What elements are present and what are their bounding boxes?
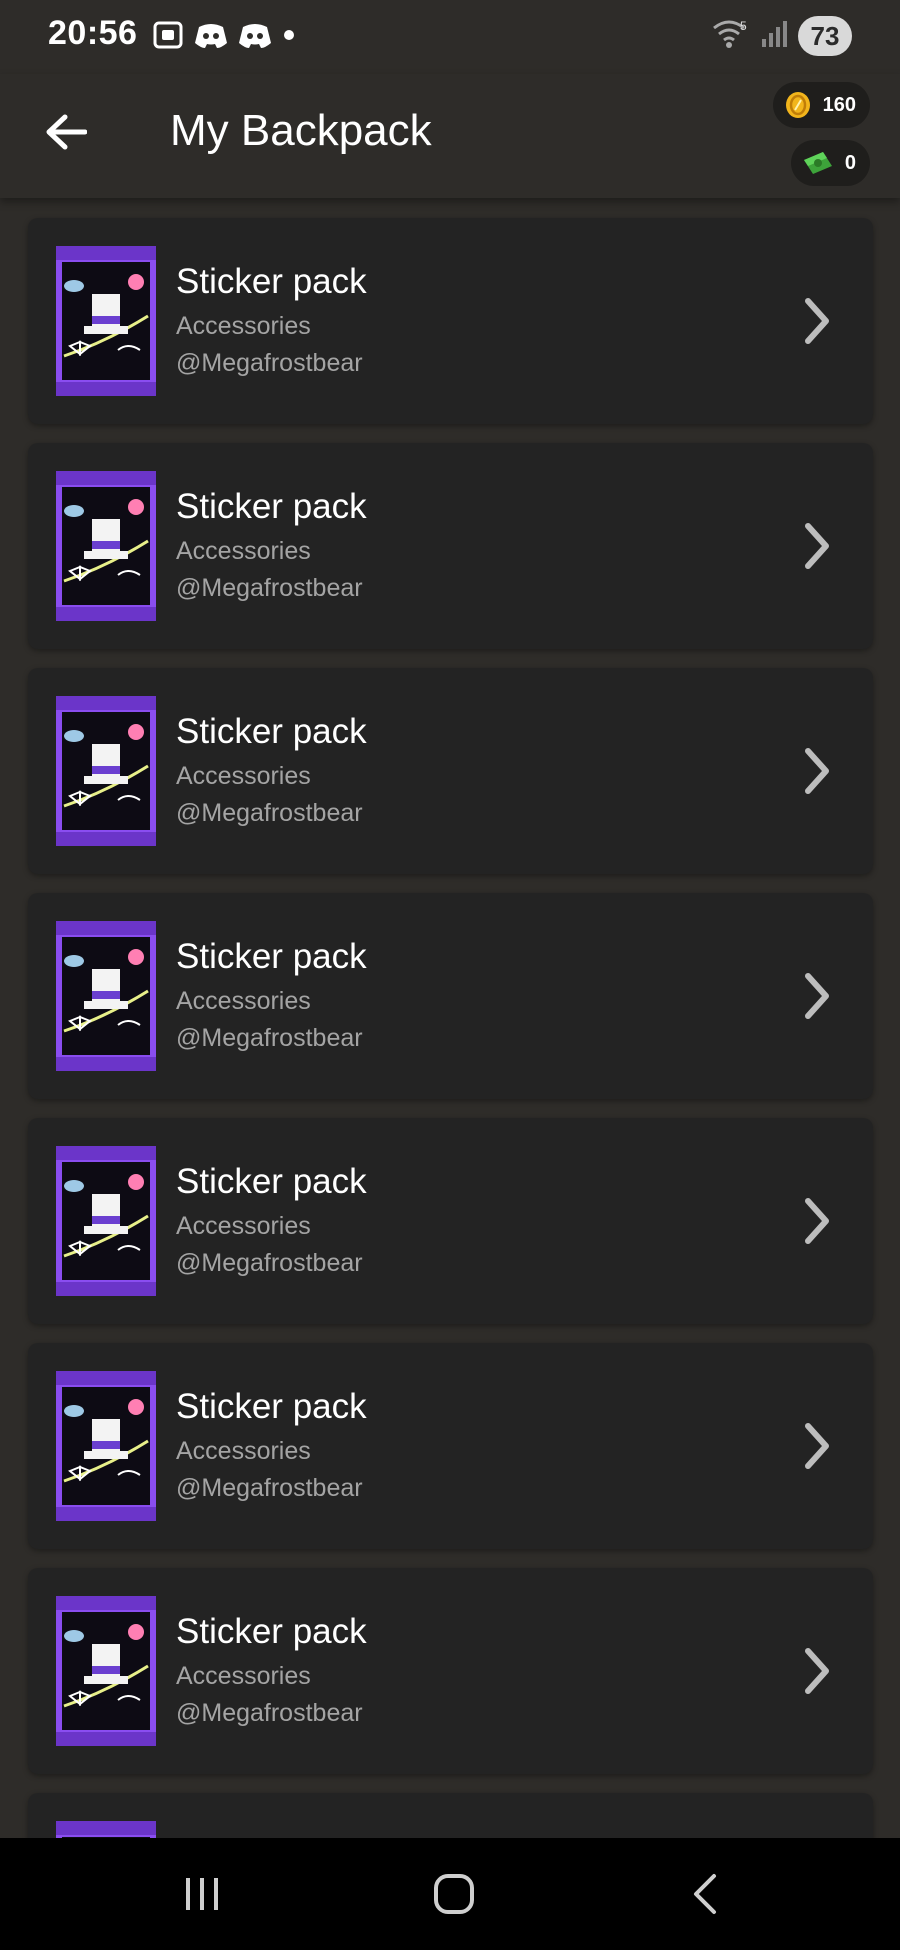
coin-icon — [785, 92, 810, 118]
item-category: Accessories — [176, 1437, 311, 1465]
item-author: @Megafrostbear — [176, 1699, 363, 1727]
item-title: Sticker pack — [176, 1612, 367, 1651]
chevron-right-icon — [797, 294, 837, 348]
recents-icon — [186, 1878, 218, 1910]
sticker-pack-thumbnail — [56, 1146, 156, 1296]
arrow-left-icon — [46, 114, 87, 150]
status-time: 20:56 — [48, 14, 138, 52]
sticker-pack-thumbnail — [56, 1371, 156, 1521]
home-button[interactable] — [414, 1866, 494, 1922]
system-back-button[interactable] — [666, 1866, 746, 1922]
item-author: @Megafrostbear — [176, 1474, 363, 1502]
cash-count: 0 — [844, 151, 856, 174]
back-icon — [694, 1874, 716, 1914]
item-title: Sticker pack — [176, 262, 367, 301]
back-button[interactable] — [36, 102, 96, 162]
page-title: My Backpack — [170, 106, 432, 155]
notification-icons — [152, 20, 296, 50]
screenshot-icon — [152, 20, 184, 50]
discord-icon — [194, 21, 228, 49]
list-item[interactable]: Sticker pack Accessories @Megafrostbear — [28, 1118, 873, 1324]
sticker-pack-thumbnail — [56, 1596, 156, 1746]
item-title: Sticker pack — [176, 937, 367, 976]
chevron-right-icon — [797, 1644, 837, 1698]
recents-button[interactable] — [162, 1866, 242, 1922]
item-title: Sticker pack — [176, 712, 367, 751]
sticker-pack-thumbnail — [56, 471, 156, 621]
chevron-right-icon — [797, 519, 837, 573]
chevron-right-icon — [797, 1194, 837, 1248]
item-author: @Megafrostbear — [176, 1024, 363, 1052]
list-item[interactable]: Sticker pack Accessories @Megafrostbear — [28, 218, 873, 424]
list-item[interactable]: Sticker pack Accessories @Megafrostbear — [28, 1343, 873, 1549]
battery-indicator: 73 — [798, 16, 852, 56]
sticker-pack-thumbnail — [56, 1821, 156, 1838]
home-icon — [434, 1874, 474, 1914]
cash-balance[interactable]: 0 — [790, 140, 870, 186]
wifi-icon: 5 — [712, 18, 750, 55]
cash-icon — [803, 152, 832, 174]
system-nav-bar — [0, 1838, 900, 1950]
coin-count: 160 — [822, 93, 856, 116]
item-title: Sticker pack — [176, 1387, 367, 1426]
item-category: Accessories — [176, 762, 311, 790]
list-item[interactable]: Sticker pack Accessories @Megafrostbear — [28, 668, 873, 874]
list-item[interactable]: Sticker pack Accessories @Megafrostbear — [28, 1568, 873, 1774]
sticker-pack-thumbnail — [56, 921, 156, 1071]
item-title: Sticker pack — [176, 1162, 367, 1201]
backpack-list[interactable]: Sticker pack Accessories @Megafrostbear … — [0, 198, 900, 1838]
dot-icon — [282, 28, 296, 42]
sticker-pack-thumbnail — [56, 246, 156, 396]
cellular-signal-icon — [760, 19, 788, 54]
item-author: @Megafrostbear — [176, 574, 363, 602]
sticker-pack-thumbnail — [56, 696, 156, 846]
status-right: 5 73 — [712, 16, 852, 56]
signal-label: 5 — [740, 19, 747, 33]
item-author: @Megafrostbear — [176, 349, 363, 377]
app-bar: My Backpack 160 0 — [0, 74, 900, 198]
chevron-right-icon — [797, 969, 837, 1023]
list-item[interactable]: Sticker pack Accessories @Megafrostbear — [28, 443, 873, 649]
list-item[interactable]: Sticker pack Accessories @Megafrostbear — [28, 893, 873, 1099]
list-item[interactable] — [28, 1793, 873, 1838]
item-category: Accessories — [176, 537, 311, 565]
chevron-right-icon — [797, 744, 837, 798]
status-bar: 20:56 5 73 — [0, 0, 900, 74]
chevron-right-icon — [797, 1419, 837, 1473]
item-category: Accessories — [176, 1662, 311, 1690]
item-author: @Megafrostbear — [176, 1249, 363, 1277]
discord-icon — [238, 21, 272, 49]
item-category: Accessories — [176, 1212, 311, 1240]
item-author: @Megafrostbear — [176, 799, 363, 827]
item-category: Accessories — [176, 987, 311, 1015]
item-title: Sticker pack — [176, 487, 367, 526]
coin-balance[interactable]: 160 — [772, 82, 870, 128]
item-category: Accessories — [176, 312, 311, 340]
